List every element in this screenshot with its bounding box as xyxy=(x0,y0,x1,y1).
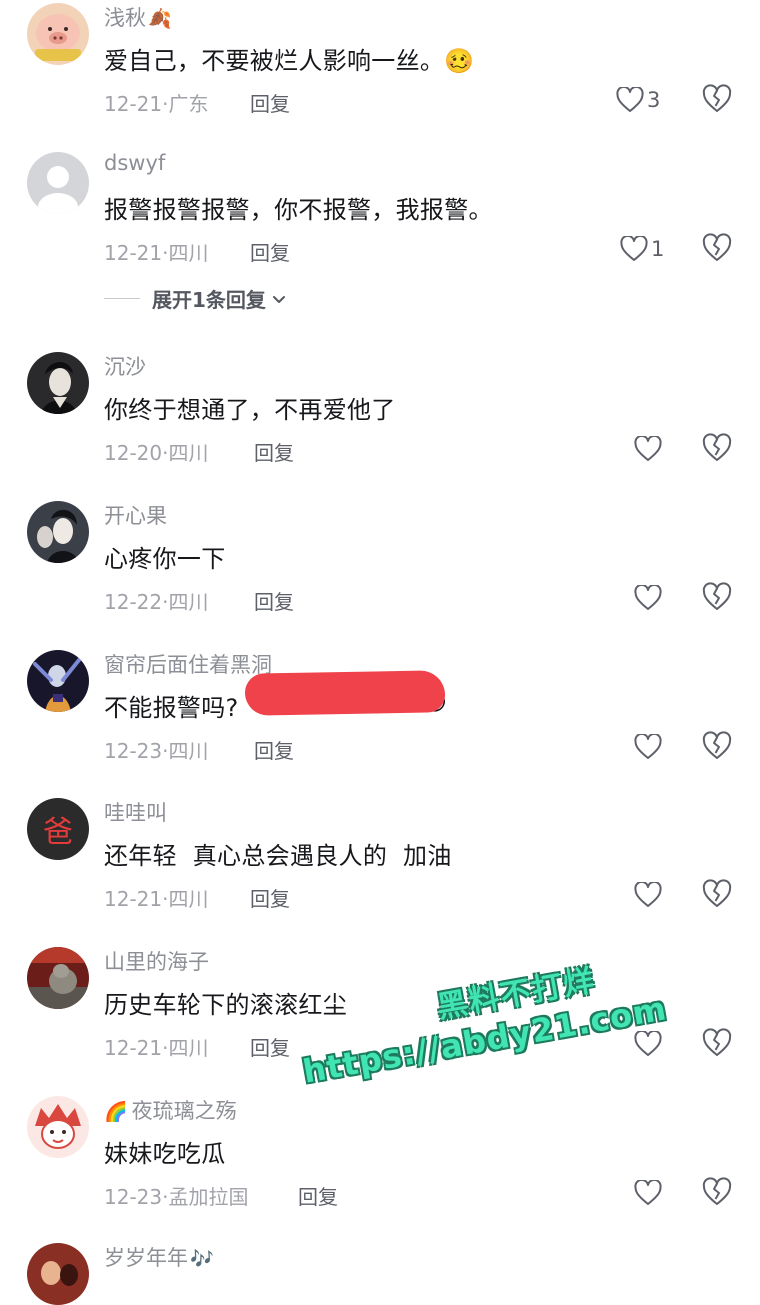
heart-outline-icon xyxy=(616,87,644,112)
like-button[interactable] xyxy=(634,1177,662,1209)
comment-meta: 12-23·四川 xyxy=(104,739,209,763)
comment-item: 浅秋 🍂 爱自己，不要被烂人影响一丝。🥴 12-21·广东 回复 3 xyxy=(0,0,760,148)
avatar[interactable]: 爸 xyxy=(27,798,89,860)
comment-author[interactable]: 开心果 xyxy=(104,500,167,530)
avatar-character: 爸 xyxy=(43,815,73,850)
reply-button[interactable]: 回复 xyxy=(254,735,294,764)
comment-meta: 12-21·四川 xyxy=(104,1036,209,1060)
reply-button[interactable]: 回复 xyxy=(254,586,294,615)
comment-author[interactable]: 岁岁年年 🎶 xyxy=(104,1242,214,1272)
reply-button[interactable]: 回复 xyxy=(250,883,290,912)
broken-heart-icon[interactable] xyxy=(702,1028,732,1058)
comment-text: 还年轻 真心总会遇良人的 加油 xyxy=(104,842,452,870)
broken-heart-icon[interactable] xyxy=(702,731,732,761)
heart-outline-icon xyxy=(634,734,662,759)
like-button[interactable] xyxy=(634,433,662,465)
redaction-mark xyxy=(244,670,446,716)
chevron-down-icon xyxy=(272,295,285,303)
comment-text: 爱自己，不要被烂人影响一丝。🥴 xyxy=(104,47,475,75)
avatar[interactable] xyxy=(27,352,89,414)
like-button[interactable] xyxy=(634,1028,662,1060)
heart-outline-icon xyxy=(634,882,662,907)
comment-author[interactable]: 山里的海子 xyxy=(104,946,209,976)
like-button[interactable] xyxy=(634,731,662,763)
comment-item: 爸 哇哇叫 还年轻 真心总会遇良人的 加油 12-21·四川 回复 xyxy=(0,795,760,943)
reply-button[interactable]: 回复 xyxy=(250,88,290,117)
comment-meta: 12-22·四川 xyxy=(104,590,209,614)
avatar[interactable] xyxy=(27,152,89,214)
comment-author[interactable]: 窗帘后面住着黑洞 xyxy=(104,649,272,679)
comment-text: 报警报警报警，你不报警，我报警。 xyxy=(104,196,493,224)
like-button[interactable]: 1 xyxy=(620,233,664,265)
comment-item: dswyf 报警报警报警，你不报警，我报警。 12-21·四川 回复 1 xyxy=(0,149,760,297)
comment-meta: 12-20·四川 xyxy=(104,441,209,465)
avatar[interactable] xyxy=(27,3,89,65)
expand-replies-button[interactable]: 展开1条回复 xyxy=(104,284,288,313)
heart-outline-icon xyxy=(634,436,662,461)
heart-outline-icon xyxy=(634,1031,662,1056)
avatar[interactable] xyxy=(27,1243,89,1305)
comment-item: 窗帘后面住着黑洞 不能报警吗?😢 12-23·四川 回复 xyxy=(0,647,760,795)
heart-outline-icon xyxy=(634,585,662,610)
reply-button[interactable]: 回复 xyxy=(254,437,294,466)
like-button[interactable]: 3 xyxy=(616,84,660,116)
comment-author[interactable]: 哇哇叫 xyxy=(104,797,167,827)
comment-item: 岁岁年年 🎶 xyxy=(0,1240,760,1305)
avatar[interactable] xyxy=(27,1096,89,1158)
comment-text: 你终于想通了，不再爱他了 xyxy=(104,396,396,424)
comment-meta: 12-21·四川 xyxy=(104,241,209,265)
like-count: 3 xyxy=(647,88,661,112)
reply-button[interactable]: 回复 xyxy=(298,1181,338,1210)
comment-author[interactable]: 🌈 夜琉璃之殇 xyxy=(104,1095,237,1125)
comment-text: 不能报警吗?😢 xyxy=(104,688,447,723)
like-count: 1 xyxy=(651,237,665,261)
comment-author[interactable]: 沉沙 xyxy=(104,351,146,381)
comment-meta: 12-21·广东 xyxy=(104,92,209,116)
like-button[interactable] xyxy=(634,879,662,911)
broken-heart-icon[interactable] xyxy=(702,84,732,114)
comment-item: 沉沙 你终于想通了，不再爱他了 12-20·四川 回复 xyxy=(0,349,760,497)
comment-meta: 12-23·孟加拉国 xyxy=(104,1185,249,1209)
broken-heart-icon[interactable] xyxy=(702,433,732,463)
comment-meta: 12-21·四川 xyxy=(104,887,209,911)
heart-outline-icon xyxy=(634,1180,662,1205)
comment-author[interactable]: dswyf xyxy=(104,151,165,175)
divider xyxy=(104,298,140,299)
comment-item: 🌈 夜琉璃之殇 妹妹吃吃瓜 12-23·孟加拉国 回复 xyxy=(0,1093,760,1241)
broken-heart-icon[interactable] xyxy=(702,233,732,263)
comment-text: 妹妹吃吃瓜 xyxy=(104,1140,226,1168)
comment-text: 心疼你一下 xyxy=(104,545,226,573)
emoji: 🥴 xyxy=(444,47,475,75)
comment-author[interactable]: 浅秋 🍂 xyxy=(104,2,172,32)
heart-outline-icon xyxy=(620,236,648,261)
avatar[interactable] xyxy=(27,650,89,712)
comment-item: 开心果 心疼你一下 12-22·四川 回复 xyxy=(0,498,760,646)
reply-button[interactable]: 回复 xyxy=(250,237,290,266)
like-button[interactable] xyxy=(634,582,662,614)
broken-heart-icon[interactable] xyxy=(702,1177,732,1207)
avatar[interactable] xyxy=(27,501,89,563)
broken-heart-icon[interactable] xyxy=(702,879,732,909)
avatar[interactable] xyxy=(27,947,89,1009)
broken-heart-icon[interactable] xyxy=(702,582,732,612)
expand-replies-label: 展开1条回复 xyxy=(152,288,266,312)
reply-button[interactable]: 回复 xyxy=(250,1032,290,1061)
